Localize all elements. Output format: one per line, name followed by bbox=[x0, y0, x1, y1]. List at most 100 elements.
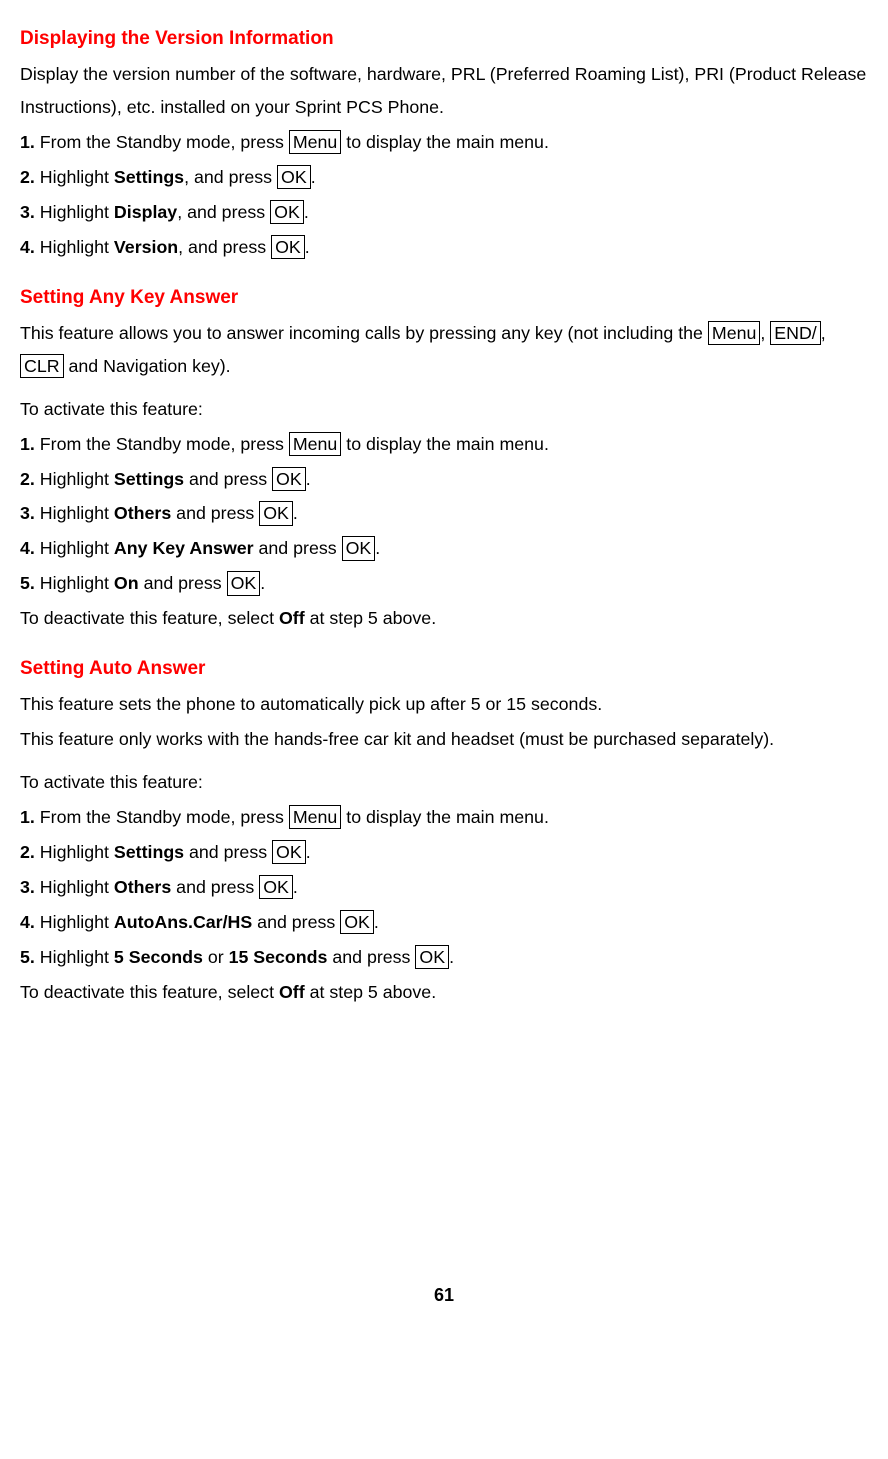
step-num: 5. bbox=[20, 947, 35, 967]
step-1-3: 3. Highlight Display, and press OK. bbox=[20, 196, 868, 229]
step-text: and press bbox=[254, 538, 342, 558]
text: , bbox=[760, 323, 770, 343]
key-ok: OK bbox=[342, 536, 376, 560]
step-text: Highlight bbox=[35, 237, 114, 257]
bold-settings: Settings bbox=[114, 167, 184, 187]
key-ok: OK bbox=[259, 501, 293, 525]
intro-version: Display the version number of the softwa… bbox=[20, 58, 868, 124]
step-text: and press bbox=[327, 947, 415, 967]
step-text: . bbox=[374, 912, 379, 932]
page-number: 61 bbox=[20, 1279, 868, 1312]
activate-label: To activate this feature: bbox=[20, 766, 868, 799]
bold-on: On bbox=[114, 573, 139, 593]
step-text: and press bbox=[184, 842, 272, 862]
key-menu: Menu bbox=[289, 432, 341, 456]
deactivate-any-key: To deactivate this feature, select Off a… bbox=[20, 602, 868, 635]
bold-5-seconds: 5 Seconds bbox=[114, 947, 203, 967]
step-text: Highlight bbox=[35, 167, 114, 187]
step-text: Highlight bbox=[35, 947, 114, 967]
step-text: . bbox=[260, 573, 265, 593]
key-ok: OK bbox=[272, 467, 306, 491]
bold-display: Display bbox=[114, 202, 177, 222]
step-text: and press bbox=[184, 469, 272, 489]
step-text: . bbox=[293, 877, 298, 897]
step-text: Highlight bbox=[35, 503, 114, 523]
step-2-4: 4. Highlight Any Key Answer and press OK… bbox=[20, 532, 868, 565]
text: , bbox=[821, 323, 826, 343]
step-2-3: 3. Highlight Others and press OK. bbox=[20, 497, 868, 530]
key-ok: OK bbox=[271, 235, 305, 259]
step-3-4: 4. Highlight AutoAns.Car/HS and press OK… bbox=[20, 906, 868, 939]
bold-off: Off bbox=[279, 608, 305, 628]
key-clr: CLR bbox=[20, 354, 64, 378]
step-3-3: 3. Highlight Others and press OK. bbox=[20, 871, 868, 904]
step-text: Highlight bbox=[35, 877, 114, 897]
step-text: . bbox=[306, 842, 311, 862]
step-text: to display the main menu. bbox=[341, 132, 549, 152]
step-text: Highlight bbox=[35, 573, 114, 593]
step-text: , and press bbox=[177, 202, 270, 222]
step-1-4: 4. Highlight Version, and press OK. bbox=[20, 231, 868, 264]
step-text: and press bbox=[139, 573, 227, 593]
step-text: . bbox=[449, 947, 454, 967]
bold-settings: Settings bbox=[114, 469, 184, 489]
key-menu: Menu bbox=[708, 321, 760, 345]
step-text: to display the main menu. bbox=[341, 807, 549, 827]
step-text: to display the main menu. bbox=[341, 434, 549, 454]
step-num: 2. bbox=[20, 842, 35, 862]
key-ok: OK bbox=[270, 200, 304, 224]
key-ok: OK bbox=[259, 875, 293, 899]
bold-others: Others bbox=[114, 503, 171, 523]
key-ok: OK bbox=[340, 910, 374, 934]
step-num: 2. bbox=[20, 469, 35, 489]
text: and Navigation key). bbox=[64, 356, 231, 376]
step-text: . bbox=[306, 469, 311, 489]
key-ok: OK bbox=[227, 571, 261, 595]
text: To deactivate this feature, select bbox=[20, 608, 279, 628]
step-text: . bbox=[304, 202, 309, 222]
step-text: and press bbox=[252, 912, 340, 932]
step-num: 4. bbox=[20, 912, 35, 932]
step-3-2: 2. Highlight Settings and press OK. bbox=[20, 836, 868, 869]
step-text: . bbox=[305, 237, 310, 257]
step-text: . bbox=[293, 503, 298, 523]
step-text: Highlight bbox=[35, 912, 114, 932]
step-num: 1. bbox=[20, 434, 35, 454]
step-text: Highlight bbox=[35, 842, 114, 862]
step-text: Highlight bbox=[35, 202, 114, 222]
bold-others: Others bbox=[114, 877, 171, 897]
step-text: , and press bbox=[184, 167, 277, 187]
text: at step 5 above. bbox=[305, 982, 436, 1002]
key-ok: OK bbox=[277, 165, 311, 189]
key-menu: Menu bbox=[289, 130, 341, 154]
step-text: , and press bbox=[178, 237, 271, 257]
step-text: and press bbox=[171, 503, 259, 523]
intro-auto-1: This feature sets the phone to automatic… bbox=[20, 688, 868, 721]
key-ok: OK bbox=[415, 945, 449, 969]
key-end: END/ bbox=[770, 321, 820, 345]
step-num: 4. bbox=[20, 538, 35, 558]
step-2-5: 5. Highlight On and press OK. bbox=[20, 567, 868, 600]
step-text: From the Standby mode, press bbox=[35, 434, 289, 454]
text: at step 5 above. bbox=[305, 608, 436, 628]
step-2-1: 1. From the Standby mode, press Menu to … bbox=[20, 428, 868, 461]
intro-auto-2: This feature only works with the hands-f… bbox=[20, 723, 868, 756]
key-ok: OK bbox=[272, 840, 306, 864]
bold-off: Off bbox=[279, 982, 305, 1002]
key-menu: Menu bbox=[289, 805, 341, 829]
step-num: 2. bbox=[20, 167, 35, 187]
step-3-5: 5. Highlight 5 Seconds or 15 Seconds and… bbox=[20, 941, 868, 974]
heading-auto-answer: Setting Auto Answer bbox=[20, 651, 868, 686]
step-text: or bbox=[203, 947, 229, 967]
step-3-1: 1. From the Standby mode, press Menu to … bbox=[20, 801, 868, 834]
step-1-2: 2. Highlight Settings, and press OK. bbox=[20, 161, 868, 194]
bold-version: Version bbox=[114, 237, 178, 257]
step-num: 5. bbox=[20, 573, 35, 593]
step-num: 4. bbox=[20, 237, 35, 257]
intro-any-key: This feature allows you to answer incomi… bbox=[20, 317, 868, 383]
step-1-1: 1. From the Standby mode, press Menu to … bbox=[20, 126, 868, 159]
bold-any-key-answer: Any Key Answer bbox=[114, 538, 254, 558]
step-text: and press bbox=[171, 877, 259, 897]
heading-any-key-answer: Setting Any Key Answer bbox=[20, 280, 868, 315]
activate-label: To activate this feature: bbox=[20, 393, 868, 426]
